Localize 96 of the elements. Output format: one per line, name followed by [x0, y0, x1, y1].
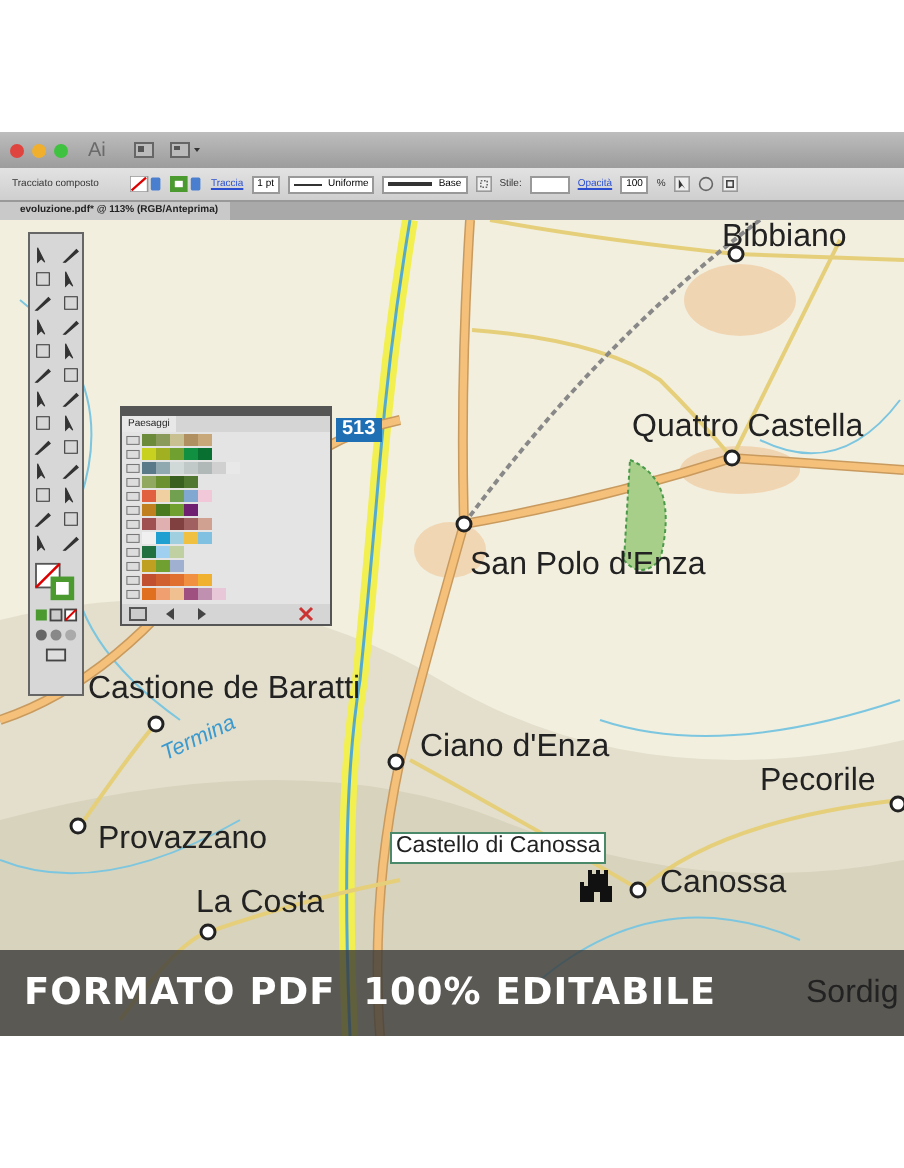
town-marker [727, 245, 745, 263]
color-swatch[interactable] [156, 588, 170, 600]
place-label: Ciano d'Enza [420, 732, 610, 764]
color-swatch[interactable] [184, 574, 198, 586]
color-swatch[interactable] [212, 462, 226, 474]
color-swatch[interactable] [184, 448, 198, 460]
place-label: Provazzano [98, 824, 267, 856]
color-swatch[interactable] [198, 448, 212, 460]
close-button[interactable] [10, 143, 24, 157]
color-mode-icon[interactable] [34, 608, 78, 622]
fill-swatch-icon[interactable] [130, 176, 163, 192]
color-swatch[interactable] [142, 532, 156, 544]
place-label: Quattro Castella [632, 412, 864, 444]
color-swatch[interactable] [156, 448, 170, 460]
color-swatch[interactable] [198, 490, 212, 502]
color-swatch[interactable] [184, 462, 198, 474]
color-swatch[interactable] [198, 518, 212, 530]
color-swatch[interactable] [156, 518, 170, 530]
color-swatch[interactable] [184, 490, 198, 502]
color-swatch[interactable] [184, 532, 198, 544]
color-swatch[interactable] [170, 448, 184, 460]
banner-text: FORMATO PDF 100% EDITABILE [24, 972, 717, 1014]
color-swatch[interactable] [156, 546, 170, 558]
color-swatch[interactable] [142, 518, 156, 530]
transform-icon[interactable] [721, 176, 738, 192]
minimize-button[interactable] [32, 143, 46, 157]
align-icon[interactable] [475, 176, 492, 192]
color-swatch[interactable] [198, 462, 212, 474]
color-swatch[interactable] [156, 574, 170, 586]
color-swatch[interactable] [184, 434, 198, 446]
color-swatch[interactable] [184, 588, 198, 600]
place-label: Canossa [660, 868, 787, 900]
color-swatch[interactable] [142, 476, 156, 488]
place-label: San Polo d'Enza [470, 550, 706, 582]
color-swatch[interactable] [142, 448, 156, 460]
color-swatch[interactable] [156, 434, 170, 446]
color-swatch[interactable] [156, 462, 170, 474]
town-marker [199, 923, 217, 941]
color-swatch[interactable] [156, 560, 170, 572]
town-marker [69, 817, 87, 835]
stroke-swatch-icon[interactable] [170, 176, 203, 192]
color-swatch[interactable] [170, 462, 184, 474]
color-swatch[interactable] [184, 518, 198, 530]
delete-icon[interactable] [296, 605, 316, 622]
color-swatch[interactable] [212, 588, 226, 600]
color-swatch[interactable] [156, 532, 170, 544]
style-dropdown[interactable] [529, 175, 570, 193]
color-swatch[interactable] [198, 588, 212, 600]
color-swatch[interactable] [170, 504, 184, 516]
color-swatch[interactable] [142, 588, 156, 600]
place-label: Bibbiano [722, 222, 847, 254]
color-swatch[interactable] [170, 518, 184, 530]
color-swatch[interactable] [156, 476, 170, 488]
cursor-icon[interactable] [673, 176, 690, 192]
color-swatch[interactable] [170, 532, 184, 544]
town-marker [889, 795, 904, 813]
color-swatch[interactable] [142, 574, 156, 586]
draw-mode-icon[interactable] [34, 628, 78, 642]
place-label: Sordig [806, 978, 899, 1010]
color-swatch[interactable] [198, 434, 212, 446]
color-swatch[interactable] [170, 434, 184, 446]
color-swatch[interactable] [170, 476, 184, 488]
layout-menu-icon[interactable] [169, 142, 202, 158]
color-swatch[interactable] [142, 434, 156, 446]
road-number-sign: 513 [336, 418, 382, 442]
landmark-label: Castello di Canossa [390, 832, 607, 863]
color-swatch[interactable] [142, 546, 156, 558]
fill-stroke-icon[interactable] [34, 562, 78, 602]
place-label: Pecorile [760, 766, 876, 798]
globe-icon[interactable] [697, 176, 714, 192]
town-marker [723, 449, 741, 467]
town-marker [387, 753, 405, 771]
color-swatch[interactable] [156, 504, 170, 516]
app-logo: Ai [88, 139, 106, 161]
place-label: La Costa [196, 888, 325, 920]
color-swatch[interactable] [142, 462, 156, 474]
color-swatch[interactable] [170, 560, 184, 572]
library-icon[interactable] [128, 605, 148, 622]
color-swatch[interactable] [142, 560, 156, 572]
color-swatch[interactable] [198, 574, 212, 586]
town-marker [147, 715, 165, 733]
color-swatch[interactable] [142, 490, 156, 502]
color-swatch[interactable] [170, 574, 184, 586]
castle-icon [580, 870, 612, 902]
zoom-button[interactable] [54, 143, 68, 157]
color-swatch[interactable] [184, 476, 198, 488]
color-swatch[interactable] [170, 490, 184, 502]
color-swatch[interactable] [156, 490, 170, 502]
color-swatch[interactable] [170, 588, 184, 600]
town-marker [629, 881, 647, 899]
color-swatch[interactable] [142, 504, 156, 516]
color-swatch[interactable] [170, 546, 184, 558]
town-marker [455, 515, 473, 533]
color-swatch[interactable] [184, 504, 198, 516]
color-swatch[interactable] [198, 532, 212, 544]
color-swatch[interactable] [226, 462, 240, 474]
